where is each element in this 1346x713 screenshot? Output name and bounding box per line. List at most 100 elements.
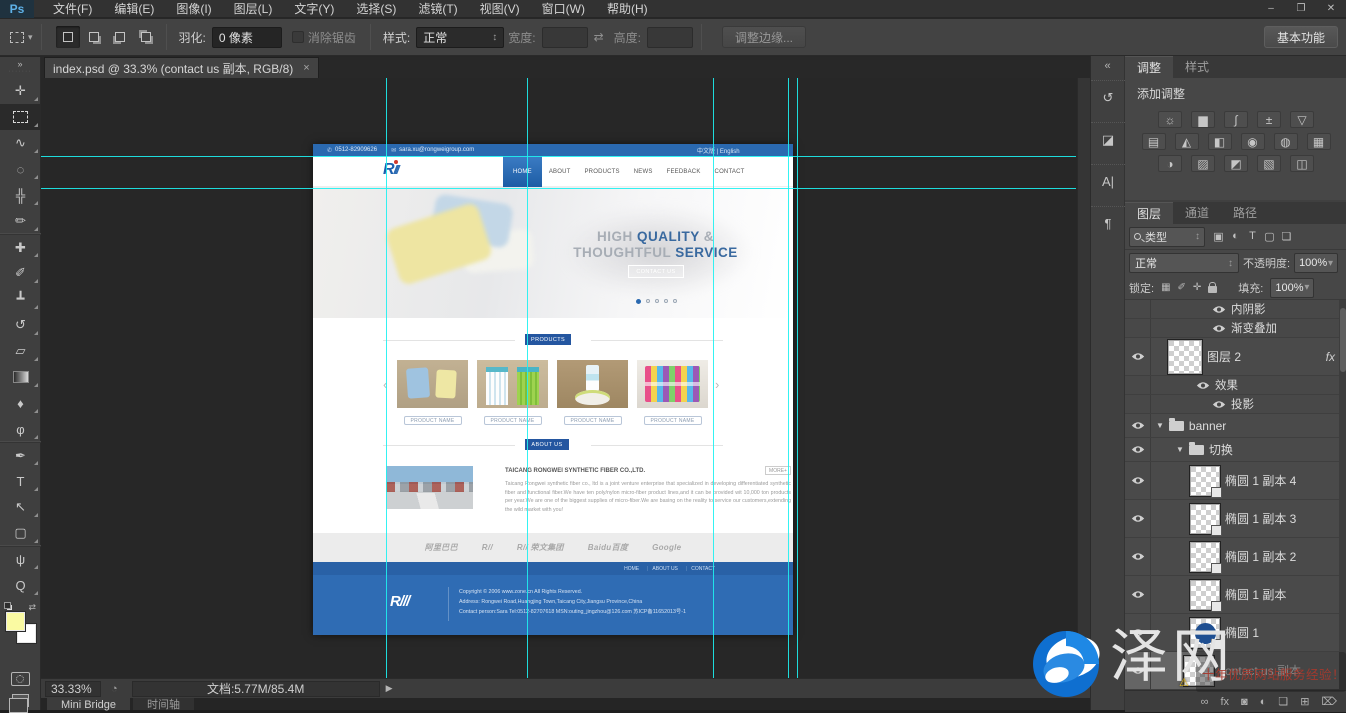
feather-input[interactable]: 0 像素 (212, 27, 282, 48)
layer-thumbnail[interactable]: ⚠ (1184, 656, 1214, 686)
close-button[interactable]: ✕ (1316, 0, 1346, 18)
visibility-toggle[interactable] (1125, 376, 1151, 394)
clone-stamp-tool[interactable]: ┻ (0, 286, 41, 312)
crop-tool[interactable]: ╬ (0, 182, 41, 208)
rectangular-marquee-tool[interactable] (0, 104, 41, 130)
dodge-tool[interactable]: φ (0, 416, 41, 442)
zoom-tool[interactable]: Q (0, 572, 41, 598)
visibility-toggle[interactable] (1125, 576, 1151, 613)
zoom-level-field[interactable]: 33.33% (45, 681, 101, 697)
layer-row[interactable]: 椭圆 1 副本 2 (1125, 538, 1346, 576)
visibility-toggle[interactable] (1125, 300, 1151, 318)
canvas-area[interactable]: ✆0512-82909626 ✉sara.xu@rongweigroup.com… (41, 78, 1090, 678)
foreground-color-swatch[interactable] (6, 612, 25, 631)
blend-mode-select[interactable]: 正常 ↕ (1129, 253, 1239, 273)
menu-item[interactable]: 编辑(E) (103, 0, 165, 18)
effect-visibility-toggle[interactable] (1196, 381, 1210, 390)
layer-thumbnail[interactable] (1190, 618, 1220, 648)
swap-dimensions-icon[interactable]: ⇄ (594, 30, 604, 44)
add-to-selection-button[interactable] (82, 26, 106, 48)
layer-name[interactable]: 椭圆 1 副本 (1225, 586, 1286, 603)
lock-position-icon[interactable]: ✛ (1193, 282, 1201, 293)
intersect-selection-button[interactable] (134, 26, 158, 48)
layer-row[interactable]: 椭圆 1 副本 3 (1125, 500, 1346, 538)
style-select[interactable]: 正常 ↕ (416, 27, 504, 48)
black-white-icon[interactable]: ◧ (1208, 133, 1232, 150)
link-layers-icon[interactable]: ∞ (1201, 696, 1209, 708)
filter-type-layers-icon[interactable]: T (1244, 230, 1261, 243)
visibility-toggle[interactable] (1125, 319, 1151, 337)
layer-name[interactable]: 投影 (1231, 396, 1254, 412)
color-lookup-icon[interactable]: ▦ (1307, 133, 1331, 150)
type-tool[interactable]: T (0, 468, 41, 494)
panel-tab[interactable]: 路径 (1221, 202, 1269, 224)
panel-tab[interactable]: 样式 (1173, 56, 1221, 78)
history-brush-tool[interactable]: ↺ (0, 312, 41, 338)
layer-filter-type-select[interactable]: 类型 ↕ (1129, 227, 1205, 247)
character-panel-icon[interactable]: A| (1091, 164, 1125, 198)
lock-all-icon[interactable] (1208, 286, 1217, 293)
channel-mixer-icon[interactable]: ◍ (1274, 133, 1298, 150)
layer-row[interactable]: 效果 (1125, 376, 1346, 395)
history-panel-icon[interactable]: ↺ (1091, 80, 1125, 114)
canvas-scrollbar[interactable] (1077, 78, 1090, 678)
quick-selection-tool[interactable]: ◌ (0, 156, 41, 182)
bottom-panel-tab[interactable]: Mini Bridge (47, 698, 130, 710)
gradient-tool[interactable] (0, 364, 41, 390)
layer-name[interactable]: 切换 (1209, 441, 1233, 458)
menu-item[interactable]: 帮助(H) (596, 0, 659, 18)
default-colors-icon[interactable] (4, 602, 11, 611)
lock-paint-icon[interactable]: ✐ (1178, 282, 1186, 293)
menu-item[interactable]: 选择(S) (345, 0, 407, 18)
layer-name[interactable]: 渐变叠加 (1231, 320, 1277, 336)
opacity-field[interactable]: 100% ▾ (1294, 253, 1338, 273)
height-input[interactable] (647, 27, 693, 48)
layer-row[interactable]: 图层 2 fx (1125, 338, 1346, 376)
layer-row[interactable]: 椭圆 1 副本 4 (1125, 462, 1346, 500)
selective-color-icon[interactable]: ◫ (1290, 155, 1314, 172)
visibility-toggle[interactable] (1125, 438, 1151, 461)
layer-name[interactable]: 椭圆 1 副本 2 (1225, 548, 1296, 565)
visibility-toggle[interactable] (1125, 500, 1151, 537)
tools-panel-header[interactable]: » ······· (0, 57, 41, 78)
menu-item[interactable]: 文字(Y) (283, 0, 345, 18)
filter-smart-objects-icon[interactable]: ❏ (1278, 230, 1295, 243)
workspace-switcher-button[interactable]: 基本功能 (1264, 26, 1338, 48)
tool-preset-picker[interactable]: ▾ (10, 32, 33, 43)
paragraph-panel-icon[interactable]: ¶ (1091, 206, 1125, 240)
new-layer-icon[interactable]: ⊞ (1300, 695, 1309, 708)
hand-tool[interactable]: ψ (0, 546, 41, 572)
quick-mask-button[interactable] (11, 672, 30, 686)
antialias-checkbox[interactable] (292, 31, 304, 43)
panel-tab[interactable]: 调整 (1125, 56, 1173, 78)
layer-name[interactable]: contact us 副本 (1219, 662, 1301, 679)
layer-name[interactable]: 效果 (1215, 377, 1238, 393)
spot-healing-brush-tool[interactable]: ✚ (0, 234, 41, 260)
layer-name[interactable]: 内阴影 (1231, 301, 1266, 317)
layer-thumbnail[interactable] (1190, 504, 1220, 534)
expand-panels-icon[interactable]: « (1091, 60, 1124, 72)
visibility-toggle[interactable] (1125, 614, 1151, 651)
layer-name[interactable]: banner (1189, 419, 1226, 433)
visibility-toggle[interactable] (1125, 395, 1151, 413)
posterize-icon[interactable]: ▨ (1191, 155, 1215, 172)
layer-row[interactable]: ▼ 切换 (1125, 438, 1346, 462)
visibility-toggle[interactable] (1125, 462, 1151, 499)
minimize-button[interactable]: – (1256, 0, 1286, 18)
new-selection-button[interactable] (56, 26, 80, 48)
lasso-tool[interactable]: ∿ (0, 130, 41, 156)
screen-mode-button[interactable] (12, 694, 29, 707)
new-group-icon[interactable]: ❏ (1278, 695, 1288, 708)
photo-filter-icon[interactable]: ◉ (1241, 133, 1265, 150)
bottom-panel-tab[interactable]: 时间轴 (133, 698, 194, 710)
layer-row[interactable]: 椭圆 1 (1125, 614, 1346, 652)
effect-visibility-toggle[interactable] (1212, 400, 1226, 409)
layer-name[interactable]: 图层 2 (1207, 348, 1241, 365)
delete-layer-icon[interactable]: ⌦ (1321, 695, 1337, 708)
menu-item[interactable]: 滤镜(T) (407, 0, 468, 18)
effect-visibility-toggle[interactable] (1212, 324, 1226, 333)
layer-name[interactable]: 椭圆 1 副本 4 (1225, 472, 1296, 489)
menu-item[interactable]: 图像(I) (165, 0, 222, 18)
move-tool[interactable]: ✛ (0, 78, 41, 104)
layer-thumbnail[interactable] (1190, 580, 1220, 610)
